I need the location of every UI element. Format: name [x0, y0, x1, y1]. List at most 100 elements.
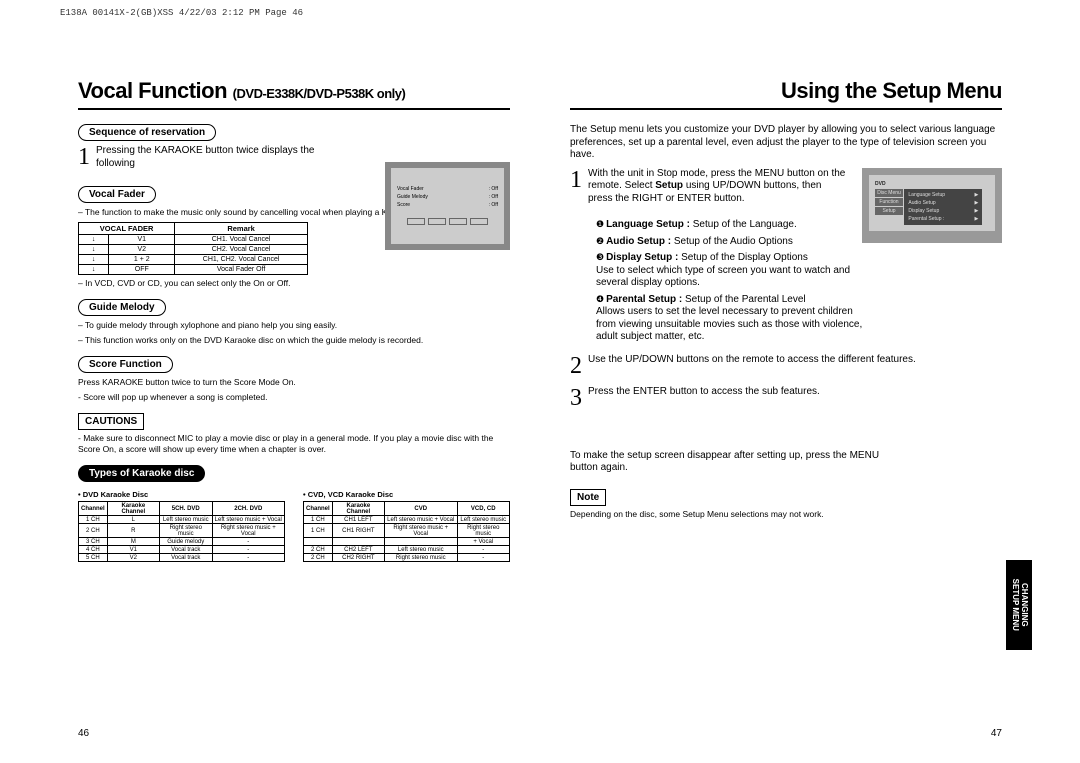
c: Left stereo music + Vocal — [212, 516, 284, 524]
c: - — [212, 554, 284, 562]
dvd-karaoke-table: ChannelKaraoke Channel5CH. DVD2CH. DVD 1… — [78, 501, 285, 562]
t: Setup of the Parental Level — [682, 294, 805, 305]
vocal-fader-label: Vocal Fader — [78, 186, 156, 203]
bullet-icon: ❷ — [596, 236, 604, 247]
tv-mockup: DVD Disc Menu Function Setup Language Se… — [862, 168, 1002, 243]
c: Guide melody — [159, 538, 212, 546]
arrow-icon: ▶ — [975, 216, 979, 222]
gm-label: Guide Melody — [78, 299, 166, 316]
cvd-karaoke-table: ChannelKaraoke ChannelCVDVCD, CD 1 CHCH1… — [303, 501, 510, 562]
c: R — [107, 524, 159, 538]
b: Display Setup : — [606, 252, 678, 263]
c: CH1 RIGHT — [332, 524, 384, 538]
off: : Off — [489, 202, 498, 208]
h: 2CH. DVD — [212, 502, 284, 516]
h: 5CH. DVD — [159, 502, 212, 516]
step-1-text: Pressing the KARAOKE button twice displa… — [96, 145, 326, 170]
c: M — [107, 538, 159, 546]
r-step-3: 3 — [570, 386, 582, 410]
note-text: Depending on the disc, some Setup Menu s… — [570, 509, 1002, 520]
sf-label: Score Function — [78, 356, 173, 373]
left-title-row: Vocal Function (DVD-E338K/DVD-P538K only… — [78, 78, 510, 110]
tab-text: CHANGINGSETUP MENU — [1010, 579, 1028, 631]
tv-side: Disc Menu Function Setup — [875, 189, 903, 216]
sf-d2: - Score will pop up whenever a song is c… — [78, 392, 510, 403]
c: Left stereo music — [384, 546, 457, 554]
c: ↓ — [79, 255, 109, 265]
cautions-text: - Make sure to disconnect MIC to play a … — [78, 433, 510, 455]
c: 4 CH — [79, 546, 108, 554]
c: 1 CH — [304, 516, 333, 524]
c: CH1 LEFT — [332, 516, 384, 524]
c: V2 — [109, 245, 175, 255]
c: - — [212, 538, 284, 546]
c: CH2 RIGHT — [332, 554, 384, 562]
types-label: Types of Karaoke disc — [78, 465, 205, 482]
arrow-icon: ▶ — [975, 208, 979, 214]
r-step-2: 2 — [570, 354, 582, 378]
gm-d1: – To guide melody through xylophone and … — [78, 320, 510, 331]
bullet-icon: ❸ — [596, 252, 604, 263]
arrow-icon: ▶ — [975, 200, 979, 206]
c — [332, 538, 384, 546]
right-page: Using the Setup Menu The Setup menu lets… — [570, 78, 1002, 733]
left-page: Vocal Function (DVD-E338K/DVD-P538K only… — [78, 78, 510, 733]
h: CVD — [384, 502, 457, 516]
c: V1 — [107, 546, 159, 554]
t1-cap: • DVD Karaoke Disc — [78, 490, 285, 499]
c: - — [457, 546, 509, 554]
t2-cap: • CVD, VCD Karaoke Disc — [303, 490, 510, 499]
c: Right stereo music — [159, 524, 212, 538]
tv-s2: Function — [875, 198, 903, 206]
vf-th1: VOCAL FADER — [79, 223, 175, 235]
left-title: Vocal Function (DVD-E338K/DVD-P538K only… — [78, 78, 405, 103]
osd-l1: Vocal Fader — [397, 186, 424, 192]
c: Right stereo music + Vocal — [384, 524, 457, 538]
sf-d1: Press KARAOKE button twice to turn the S… — [78, 377, 510, 388]
c: Left stereo music — [457, 516, 509, 524]
score-section: Score Function Press KARAOKE button twic… — [78, 356, 510, 403]
c: CH1, CH2. Vocal Cancel — [175, 255, 308, 265]
b: Audio Setup : — [606, 236, 671, 247]
gm-d2: – This function works only on the DVD Ka… — [78, 335, 510, 346]
c: 2 CH — [304, 546, 333, 554]
step-1-num: 1 — [78, 145, 90, 169]
vf-note: – In VCD, CVD or CD, you can select only… — [78, 278, 510, 289]
h: Karaoke Channel — [332, 502, 384, 516]
types-section: Types of Karaoke disc • DVD Karaoke Disc… — [78, 465, 510, 562]
osd-btn — [428, 218, 446, 225]
osd-mockup: Vocal Fader: Off Guide Melody: Off Score… — [385, 162, 510, 250]
c: Right stereo music + Vocal — [212, 524, 284, 538]
tv-s3: Setup — [875, 207, 903, 215]
h: Channel — [79, 502, 108, 516]
dvd-karaoke-block: • DVD Karaoke Disc ChannelKaraoke Channe… — [78, 490, 285, 562]
c: ↓ — [79, 245, 109, 255]
vocal-fader-table: VOCAL FADERRemark ↓V1CH1. Vocal Cancel ↓… — [78, 222, 308, 275]
c: OFF — [109, 265, 175, 275]
c: Vocal track — [159, 546, 212, 554]
right-title-row: Using the Setup Menu — [570, 78, 1002, 110]
c: ↓ — [79, 265, 109, 275]
item-language: ❶Language Setup : Setup of the Language. — [596, 219, 866, 232]
h: VCD, CD — [457, 502, 509, 516]
bullet-icon: ❹ — [596, 294, 604, 305]
c: ↓ — [79, 235, 109, 245]
c — [384, 538, 457, 546]
tv-title: DVD — [875, 181, 989, 187]
osd-l2: Guide Melody — [397, 194, 428, 200]
t: Setup of the Language. — [690, 219, 797, 230]
c: + Vocal — [457, 538, 509, 546]
x: Allows users to set the level necessary … — [596, 306, 862, 342]
r-step-2-text: Use the UP/DOWN buttons on the remote to… — [588, 354, 916, 367]
c: V1 — [109, 235, 175, 245]
t: Setup — [655, 180, 683, 191]
cautions-label: CAUTIONS — [78, 413, 144, 430]
left-title-main: Vocal Function — [78, 78, 227, 103]
section-tab: CHANGINGSETUP MENU — [1006, 560, 1032, 650]
c: 1 + 2 — [109, 255, 175, 265]
h: Karaoke Channel — [107, 502, 159, 516]
bullet-icon: ❶ — [596, 219, 604, 230]
item-parental: ❹Parental Setup : Setup of the Parental … — [596, 294, 866, 344]
c: Left stereo music — [159, 516, 212, 524]
tv-m2: Audio Setup — [908, 200, 935, 206]
